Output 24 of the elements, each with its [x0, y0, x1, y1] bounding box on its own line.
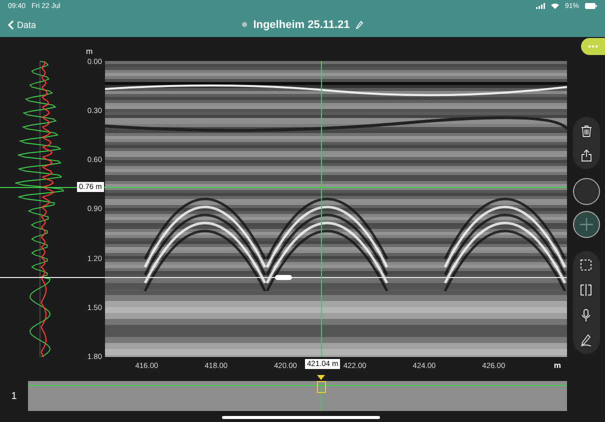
split-icon [580, 284, 592, 296]
plus-icon [580, 218, 592, 231]
chevron-left-icon [8, 20, 14, 30]
battery-icon [585, 3, 597, 9]
status-dot [242, 22, 248, 27]
distance-unit: m [554, 360, 561, 370]
trash-icon [580, 125, 592, 137]
microphone-icon [581, 308, 591, 322]
wifi-icon [550, 3, 559, 9]
record-button[interactable] [572, 178, 600, 205]
add-button[interactable] [572, 211, 600, 238]
dashed-square-icon [580, 259, 592, 271]
ellipsis-icon [588, 45, 598, 48]
pen-icon [580, 334, 592, 346]
divider-handle[interactable] [275, 275, 292, 280]
channel-number: 1 [10, 390, 18, 404]
pencil-icon[interactable] [356, 20, 363, 28]
recording-title: Ingelheim 25.11.21 [253, 18, 350, 30]
viewport-marker[interactable] [317, 381, 326, 393]
signal-icon [536, 3, 545, 9]
depth-unit: m [85, 46, 94, 56]
more-button[interactable] [581, 38, 605, 55]
share-icon [580, 148, 592, 162]
back-button[interactable]: Data [6, 18, 38, 32]
